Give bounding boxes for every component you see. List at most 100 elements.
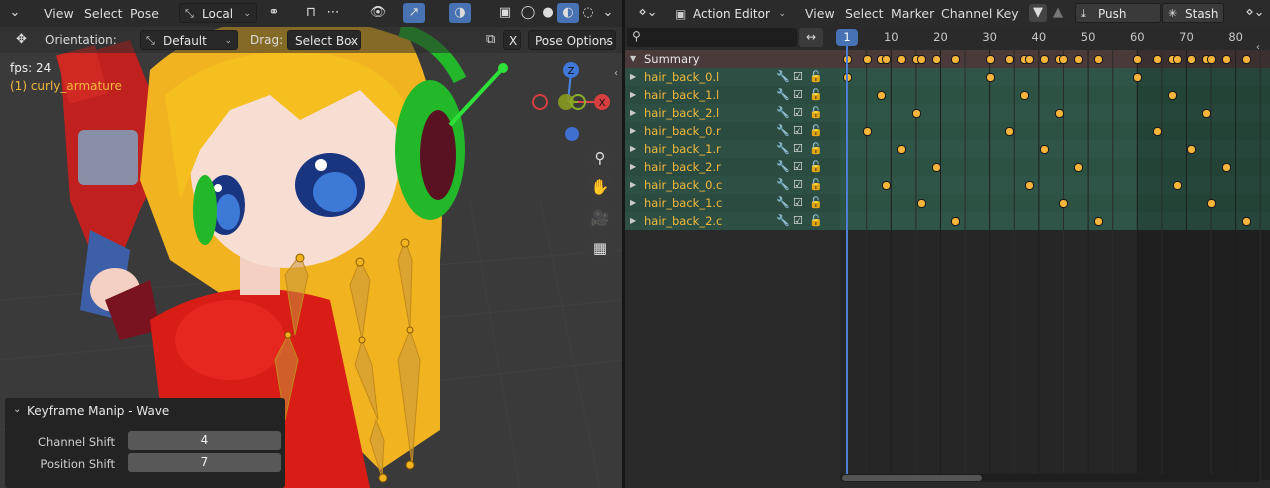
keyframe[interactable]	[916, 199, 926, 208]
filter-up-icon[interactable]: ▲	[1049, 4, 1067, 22]
channel-lock-icon[interactable]: 🔓	[809, 194, 823, 212]
sidebar-toggle-chevron-icon[interactable]: ‹	[614, 68, 618, 79]
push-down-button[interactable]: ⤓ Push Down	[1075, 3, 1161, 41]
keyframe[interactable]	[1207, 199, 1217, 208]
solid-shading-icon[interactable]: ●	[537, 3, 559, 23]
channel-lock-icon[interactable]: 🔓	[809, 140, 823, 158]
channel-lock-icon[interactable]: 🔓	[809, 86, 823, 104]
pan-hand-icon[interactable]: ✋	[585, 172, 615, 202]
channel-lock-icon[interactable]: 🔓	[809, 122, 823, 140]
keyframe[interactable]	[1005, 127, 1015, 136]
modifier-wrench-icon[interactable]: 🔧	[776, 176, 790, 194]
menu-select[interactable]: Select	[845, 0, 884, 27]
expand-triangle-icon[interactable]: ▶	[630, 86, 636, 104]
horizontal-scrollbar[interactable]	[840, 474, 1260, 482]
keyframe[interactable]	[911, 109, 921, 118]
keyframe[interactable]	[1093, 217, 1103, 226]
collapse-chevron-icon[interactable]: ⌄	[13, 404, 21, 415]
summary-keyframe[interactable]	[1025, 55, 1035, 64]
keyframe[interactable]	[1074, 163, 1084, 172]
summary-keyframe[interactable]	[897, 55, 907, 64]
visibility-eye-icon[interactable]: 👁	[367, 3, 389, 23]
summary-keyframe[interactable]	[1093, 55, 1103, 64]
summary-keyframe[interactable]	[951, 55, 961, 64]
modifier-wrench-icon[interactable]: 🔧	[776, 104, 790, 122]
keyframe[interactable]	[897, 145, 907, 154]
summary-keyframe[interactable]	[862, 55, 872, 64]
summary-keyframe[interactable]	[1133, 55, 1143, 64]
editor-type-chevron-icon[interactable]: ⌄	[4, 3, 26, 23]
playhead-line[interactable]	[846, 46, 848, 476]
menu-key[interactable]: Key	[996, 0, 1019, 27]
channel-enabled-checkbox-icon[interactable]: ☑	[793, 104, 803, 122]
menu-view[interactable]: View	[44, 0, 74, 27]
drag-dropdown[interactable]: Select Box ⌄	[287, 30, 361, 50]
mirror-x-toggle[interactable]: X	[503, 30, 521, 50]
channel-shift-field[interactable]: 4	[128, 431, 281, 450]
gizmo-toggle-icon[interactable]: ↗	[403, 3, 425, 23]
summary-keyframe[interactable]	[1221, 55, 1231, 64]
keyframe[interactable]	[931, 163, 941, 172]
scrollbar-thumb[interactable]	[842, 475, 982, 481]
mirror-icon[interactable]: ⧉	[486, 32, 495, 47]
menu-view[interactable]: View	[805, 0, 835, 27]
summary-keyframe[interactable]	[1074, 55, 1084, 64]
menu-marker[interactable]: Marker	[891, 0, 934, 27]
keyframe[interactable]	[1133, 73, 1143, 82]
modifier-wrench-icon[interactable]: 🔧	[776, 68, 790, 86]
transform-orientation-dropdown[interactable]: ⤡ Local ⌄	[179, 3, 257, 23]
zoom-icon[interactable]: ⚲	[585, 143, 615, 173]
timeline-ruler[interactable]	[840, 28, 1270, 47]
expand-triangle-icon[interactable]: ▶	[630, 104, 636, 122]
keyframe[interactable]	[985, 73, 995, 82]
expand-triangle-icon[interactable]: ▶	[630, 68, 636, 86]
channel-enabled-checkbox-icon[interactable]: ☑	[793, 86, 803, 104]
keyframe[interactable]	[1020, 91, 1030, 100]
editor-type-dopesheet-icon[interactable]: ⋄⌄	[633, 3, 663, 23]
channel-lock-icon[interactable]: 🔓	[809, 68, 823, 86]
keyframe[interactable]	[1167, 91, 1177, 100]
menu-select[interactable]: Select	[84, 0, 123, 27]
channel-lock-icon[interactable]: 🔓	[809, 176, 823, 194]
summary-keyframe[interactable]	[1187, 55, 1197, 64]
channel-enabled-checkbox-icon[interactable]: ☑	[793, 194, 803, 212]
rendered-shading-icon[interactable]: ◌	[577, 3, 599, 23]
keyframe[interactable]	[882, 181, 892, 190]
summary-keyframe[interactable]	[1005, 55, 1015, 64]
modifier-wrench-icon[interactable]: 🔧	[776, 122, 790, 140]
channel-lock-icon[interactable]: 🔓	[809, 212, 823, 230]
menu-channel[interactable]: Channel	[941, 0, 992, 27]
channel-search-input[interactable]: ⚲	[627, 28, 797, 47]
summary-keyframe[interactable]	[916, 55, 926, 64]
snap-increment-icon[interactable]: ⋯	[322, 3, 344, 23]
channel-enabled-checkbox-icon[interactable]: ☑	[793, 176, 803, 194]
shading-options-chevron-icon[interactable]: ⌄	[597, 3, 619, 23]
summary-keyframe[interactable]	[985, 55, 995, 64]
channel-lock-icon[interactable]: 🔓	[809, 104, 823, 122]
summary-keyframe[interactable]	[1039, 55, 1049, 64]
modifier-wrench-icon[interactable]: 🔧	[776, 194, 790, 212]
stash-button[interactable]: ✳ Stash	[1162, 3, 1224, 23]
xray-toggle-icon[interactable]: ▣	[494, 3, 516, 23]
keyframe[interactable]	[1059, 199, 1069, 208]
snap-magnet-icon[interactable]: ⊓	[300, 3, 322, 23]
modifier-wrench-icon[interactable]: 🔧	[776, 158, 790, 176]
summary-keyframe[interactable]	[931, 55, 941, 64]
modifier-wrench-icon[interactable]: 🔧	[776, 140, 790, 158]
filter-down-icon[interactable]: ▼	[1029, 4, 1047, 22]
keyframe[interactable]	[1172, 181, 1182, 190]
summary-keyframe[interactable]	[1059, 55, 1069, 64]
material-shading-icon[interactable]: ◐	[557, 3, 579, 23]
keyframe[interactable]	[1054, 109, 1064, 118]
keyframe[interactable]	[1187, 145, 1197, 154]
modifier-wrench-icon[interactable]: 🔧	[776, 212, 790, 230]
summary-keyframe[interactable]	[1152, 55, 1162, 64]
3d-viewport[interactable]: ⌄ View Select Pose ⤡ Local ⌄ ⚭ ⊓ ⋯ 👁 ↗ ◑…	[0, 0, 622, 488]
swap-direction-icon[interactable]: ↔	[799, 28, 823, 47]
expand-triangle-icon[interactable]: ▼	[630, 50, 636, 68]
expand-triangle-icon[interactable]: ▶	[630, 122, 636, 140]
perspective-grid-icon[interactable]: ▦	[585, 233, 615, 263]
pose-options-dropdown[interactable]: Pose Options ⌄	[528, 30, 616, 50]
expand-triangle-icon[interactable]: ▶	[630, 176, 636, 194]
mode-dropdown[interactable]: ▣ Action Editor ⌄	[670, 3, 792, 23]
